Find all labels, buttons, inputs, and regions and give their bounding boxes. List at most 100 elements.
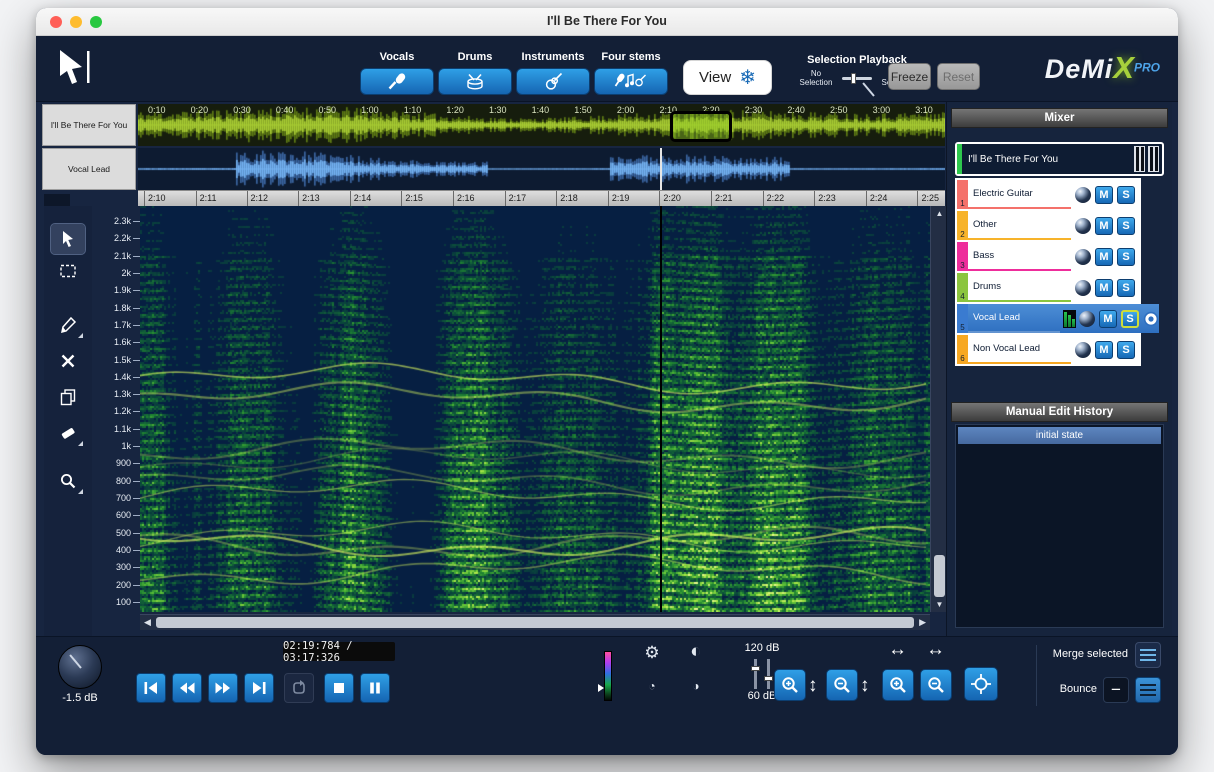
mixer-track-row[interactable]: 5 Vocal Lead M S xyxy=(957,304,1159,333)
zoom-in-vertical-button[interactable] xyxy=(774,669,806,701)
solo-button[interactable]: S xyxy=(1121,310,1139,328)
delete-selection-tool[interactable] xyxy=(51,346,85,376)
mixer-track-row[interactable]: 3 Bass M S xyxy=(957,242,1139,271)
bounce-menu-button[interactable] xyxy=(1135,677,1161,703)
spectrogram-view[interactable] xyxy=(140,206,930,612)
history-item[interactable]: initial state xyxy=(958,427,1161,444)
pan-knob[interactable] xyxy=(1075,187,1091,203)
pause-button[interactable] xyxy=(360,673,390,703)
ruler-time-label: 3:00 xyxy=(873,105,891,116)
separate-drums-button[interactable] xyxy=(438,68,512,95)
zoom-in-horizontal-button[interactable] xyxy=(882,669,914,701)
spectrogram-canvas[interactable] xyxy=(140,206,930,612)
separate-vocals-button[interactable] xyxy=(360,68,434,95)
brush-tool[interactable] xyxy=(51,310,85,340)
frequency-label: 1.6k xyxy=(92,338,140,347)
duplicate-tool[interactable] xyxy=(51,382,85,412)
eraser-tool[interactable] xyxy=(51,418,85,448)
minimize-window-button[interactable] xyxy=(70,16,82,28)
freeze-button[interactable]: Freeze xyxy=(888,63,931,90)
vocal-lead-zoom-waveform[interactable] xyxy=(138,148,945,190)
mute-button[interactable]: M xyxy=(1095,186,1113,204)
skip-to-end-button[interactable] xyxy=(244,673,274,703)
spectrogram-playhead[interactable] xyxy=(660,206,662,612)
master-track[interactable]: I'll Be There For You xyxy=(955,142,1164,176)
frequency-label: 200 xyxy=(92,581,140,590)
zoom-time-ruler[interactable]: 2:102:112:122:132:142:152:162:172:182:19… xyxy=(138,190,945,206)
reset-button[interactable]: Reset xyxy=(937,63,980,90)
separate-four-stems-button[interactable] xyxy=(594,68,668,95)
vertical-zoom-arrows-icon: ↕ xyxy=(860,675,870,697)
view-freeze-button[interactable]: View ❄ xyxy=(683,60,772,95)
marquee-select-tool[interactable] xyxy=(51,256,85,286)
mixer-track-row[interactable]: 1 Electric Guitar M S xyxy=(957,180,1139,209)
mixer-track-row[interactable]: 4 Drums M S xyxy=(957,273,1139,302)
view-window-indicator[interactable] xyxy=(670,111,732,142)
zoom-window-button[interactable] xyxy=(90,16,102,28)
rewind-button[interactable] xyxy=(172,673,202,703)
solo-button[interactable]: S xyxy=(1117,186,1135,204)
solo-button[interactable]: S xyxy=(1117,279,1135,297)
vertical-scroll-thumb[interactable] xyxy=(934,555,945,597)
frequency-label: 900 xyxy=(92,459,140,468)
zoom-ruler-time-label: 2:23 xyxy=(814,191,836,206)
mute-button[interactable]: M xyxy=(1095,217,1113,235)
colormap-slider[interactable] xyxy=(604,651,612,701)
pan-knob[interactable] xyxy=(1079,311,1095,327)
mute-button[interactable]: M xyxy=(1095,341,1113,359)
song-overview-waveform[interactable]: 0:100:200:300:400:501:001:101:201:301:40… xyxy=(138,104,945,146)
pan-knob[interactable] xyxy=(1075,280,1091,296)
colormap-marker[interactable] xyxy=(598,684,604,692)
settings-gear-icon[interactable]: ⚙ xyxy=(640,643,664,663)
pan-knob[interactable] xyxy=(1075,342,1091,358)
contrast-icon[interactable]: ◐ xyxy=(684,641,708,663)
mixer-track-row[interactable]: 6 Non Vocal Lead M S xyxy=(957,335,1139,364)
frequency-label: 1.4k xyxy=(92,373,140,382)
contrast-small-icon[interactable]: ◑ xyxy=(686,679,706,693)
fast-forward-button[interactable] xyxy=(208,673,238,703)
pointer-tool[interactable] xyxy=(51,224,85,254)
solo-target-icon[interactable] xyxy=(1143,311,1159,327)
selection-playback-slider[interactable] xyxy=(842,77,872,80)
vocal-waveform-canvas[interactable] xyxy=(138,148,945,190)
solo-button[interactable]: S xyxy=(1117,248,1135,266)
scroll-right-arrow[interactable]: ▶ xyxy=(919,617,926,628)
brightness-icon[interactable]: ◔ xyxy=(642,679,662,693)
waveform-playhead[interactable] xyxy=(660,148,662,190)
db-min-slider[interactable] xyxy=(767,659,770,689)
skip-to-start-button[interactable] xyxy=(136,673,166,703)
brand-text: DeMi xyxy=(1045,54,1114,84)
mute-button[interactable]: M xyxy=(1099,310,1117,328)
zoom-to-selection-button[interactable] xyxy=(964,667,998,701)
horizontal-scroll-thumb[interactable] xyxy=(156,617,914,628)
zoom-ruler-time-label: 2:16 xyxy=(453,191,475,206)
stop-button[interactable] xyxy=(324,673,354,703)
selection-playback-slider-knob[interactable] xyxy=(851,73,856,84)
db-max-slider[interactable] xyxy=(754,659,757,689)
db-max-slider-knob[interactable] xyxy=(751,666,760,671)
mute-button[interactable]: M xyxy=(1095,279,1113,297)
bounce-remove-button[interactable]: − xyxy=(1103,677,1129,703)
mixer-track-row[interactable]: 2 Other M S xyxy=(957,211,1139,240)
solo-button[interactable]: S xyxy=(1117,341,1135,359)
loop-button[interactable] xyxy=(284,673,314,703)
horizontal-scrollbar[interactable]: ◀ ▶ xyxy=(140,614,930,630)
ruler-time-label: 1:10 xyxy=(404,105,422,116)
solo-button[interactable]: S xyxy=(1117,217,1135,235)
zoom-tool[interactable] xyxy=(51,466,85,496)
merge-menu-button[interactable] xyxy=(1135,642,1161,668)
close-window-button[interactable] xyxy=(50,16,62,28)
horizontal-zoom-arrows-icon: ↔ xyxy=(926,639,945,661)
frequency-label: 300 xyxy=(92,563,140,572)
scroll-left-arrow[interactable]: ◀ xyxy=(144,617,151,628)
volume-knob[interactable] xyxy=(58,645,102,689)
separate-instruments-button[interactable] xyxy=(516,68,590,95)
pan-knob[interactable] xyxy=(1075,218,1091,234)
db-min-slider-knob[interactable] xyxy=(764,676,773,681)
pan-knob[interactable] xyxy=(1075,249,1091,265)
zoom-out-horizontal-button[interactable] xyxy=(920,669,952,701)
zoom-ruler-time-label: 2:17 xyxy=(505,191,527,206)
mute-button[interactable]: M xyxy=(1095,248,1113,266)
zoom-out-vertical-button[interactable] xyxy=(826,669,858,701)
song-time-ruler[interactable]: 0:100:200:300:400:501:001:101:201:301:40… xyxy=(138,104,945,116)
